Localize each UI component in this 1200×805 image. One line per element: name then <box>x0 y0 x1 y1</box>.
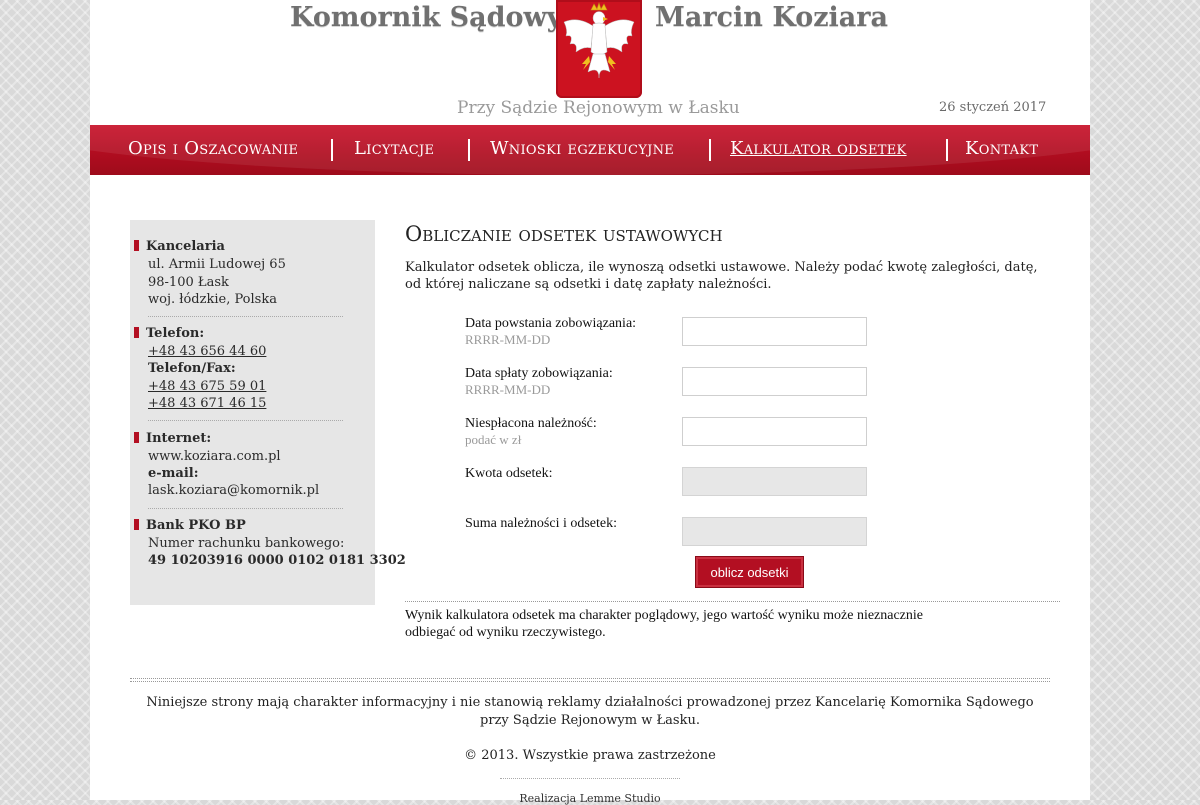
phone-heading: Telefon: <box>134 326 204 341</box>
footer-disclaimer-line: przy Sądzie Rejonowym w Łasku. <box>480 713 700 728</box>
polish-eagle-emblem-icon <box>556 0 642 98</box>
fax-link-1[interactable]: +48 43 675 59 01 <box>148 379 266 394</box>
current-date: 26 styczeń 2017 <box>939 100 1047 115</box>
nav-item-kalkulator[interactable]: Kalkulator odsetek <box>730 138 907 159</box>
address-line: ul. Armii Ludowej 65 <box>148 257 286 272</box>
start-date-label: Data powstania zobowiązania: <box>465 316 637 331</box>
footer-disclaimer: Niniejsze strony mają charakter informac… <box>130 694 1050 730</box>
main-nav: Opis i Oszacowanie Licytacje Wnioski egz… <box>90 125 1090 175</box>
footer-divider <box>130 678 1050 682</box>
bullet-mark-icon <box>134 327 139 338</box>
account-label: Numer rachunku bankowego: <box>148 536 345 551</box>
sidebar-divider <box>148 316 343 317</box>
interest-label: Kwota odsetek: <box>465 466 553 481</box>
calculate-button[interactable]: oblicz odsetki <box>695 556 804 588</box>
sidebar-divider <box>148 420 343 421</box>
disclaimer-note: Wynik kalkulatora odsetek ma charakter p… <box>405 608 923 640</box>
payment-date-input[interactable] <box>682 367 867 396</box>
office-heading: Kancelaria <box>134 239 225 254</box>
contact-sidebar: Kancelaria ul. Armii Ludowej 65 98-100 Ł… <box>130 220 406 605</box>
intro-text: Kalkulator odsetek oblicza, ile wynoszą … <box>405 260 1038 292</box>
nav-separator <box>468 139 470 161</box>
account-number: 49 10203916 0000 0102 0181 3302 <box>148 553 406 568</box>
address-line: 98-100 Łask <box>148 275 229 290</box>
amount-label: Niespłacona należność: <box>465 416 597 431</box>
nav-separator <box>946 139 948 161</box>
credits-text: Realizacja Lemme Studio <box>519 792 661 805</box>
bullet-mark-icon <box>134 432 139 443</box>
start-date-hint: RRRR-MM-DD <box>465 332 551 347</box>
total-label: Suma należności i odsetek: <box>465 516 618 531</box>
start-date-input[interactable] <box>682 317 867 346</box>
bank-heading: Bank PKO BP <box>134 518 246 533</box>
nav-item-wnioski[interactable]: Wnioski egzekucyjne <box>490 138 674 159</box>
content-divider <box>405 601 1060 602</box>
address-line: woj. łódzkie, Polska <box>148 292 277 307</box>
page-container: Komornik Sądowy Marcin Koziara Przy Sądz… <box>90 0 1090 805</box>
footer-disclaimer-line: Niniejsze strony mają charakter informac… <box>146 695 1034 710</box>
site-title-left: Komornik Sądowy <box>290 2 563 33</box>
copyright-text: © 2013. Wszystkie prawa zastrzeżone <box>464 748 716 763</box>
nav-separator <box>709 139 711 161</box>
total-output <box>682 517 867 546</box>
email-heading: e-mail: <box>148 466 199 481</box>
interest-output <box>682 467 867 496</box>
payment-date-label: Data spłaty zobowiązania: <box>465 366 613 381</box>
website-text: www.koziara.com.pl <box>148 449 281 464</box>
email-text: lask.koziara@komornik.pl <box>148 483 320 498</box>
payment-date-hint: RRRR-MM-DD <box>465 382 551 397</box>
page-title: Obliczanie odsetek ustawowych <box>405 222 723 246</box>
amount-input[interactable] <box>682 417 867 446</box>
nav-item-kontakt[interactable]: Kontakt <box>965 138 1038 159</box>
phone-link[interactable]: +48 43 656 44 60 <box>148 344 266 359</box>
fax-link-2[interactable]: +48 43 671 46 15 <box>148 396 266 411</box>
nav-item-opis[interactable]: Opis i Oszacowanie <box>128 138 298 159</box>
nav-item-licytacje[interactable]: Licytacje <box>354 138 434 159</box>
bullet-mark-icon <box>134 519 139 530</box>
site-subtitle: Przy Sądzie Rejonowym w Łasku <box>457 98 740 118</box>
sidebar-divider <box>148 508 343 509</box>
footer-small-divider <box>500 778 680 779</box>
nav-separator <box>331 139 333 161</box>
amount-hint: podać w zł <box>465 432 522 447</box>
fax-heading: Telefon/Fax: <box>148 361 236 376</box>
bullet-mark-icon <box>134 240 139 251</box>
internet-heading: Internet: <box>134 431 211 446</box>
site-title-right: Marcin Koziara <box>655 2 889 33</box>
